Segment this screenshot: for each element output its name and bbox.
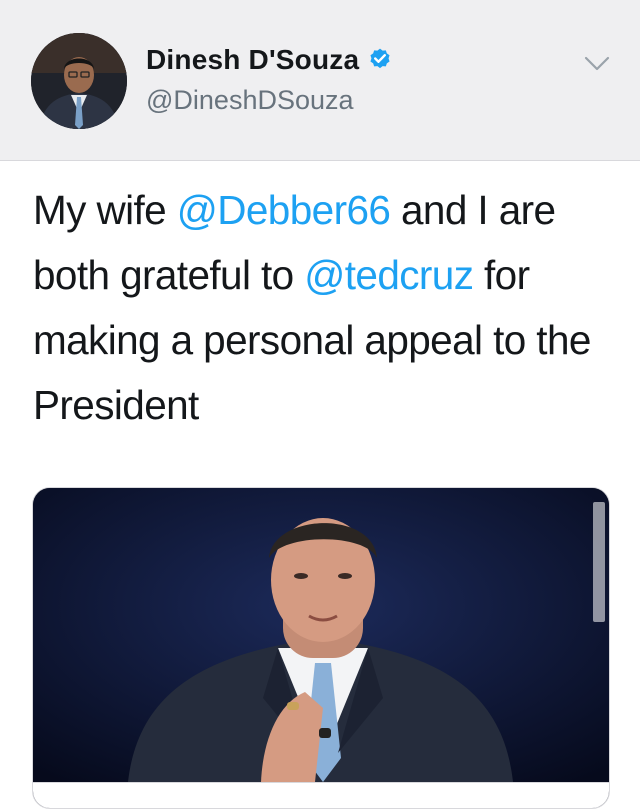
verified-badge-icon xyxy=(370,48,390,69)
watermark-strip xyxy=(593,502,605,622)
author-name-row[interactable]: Dinesh D'Souza xyxy=(146,44,393,76)
chevron-down-icon[interactable] xyxy=(584,55,610,73)
author-display-name[interactable]: Dinesh D'Souza xyxy=(146,44,359,76)
mention-link-tedcruz[interactable]: @tedcruz xyxy=(304,252,474,298)
mention-link-debber66[interactable]: @Debber66 xyxy=(177,187,391,233)
tweet-text: My wife @Debber66 and I are both gratefu… xyxy=(33,178,623,438)
tweet-text-segment: My wife xyxy=(33,187,177,233)
tweet-header: Dinesh D'Souza @DineshDSouza xyxy=(0,0,640,161)
avatar[interactable] xyxy=(31,33,127,129)
author-handle[interactable]: @DineshDSouza xyxy=(146,85,354,116)
media-card-footer xyxy=(33,782,609,808)
tweet-media-image[interactable] xyxy=(32,487,610,809)
